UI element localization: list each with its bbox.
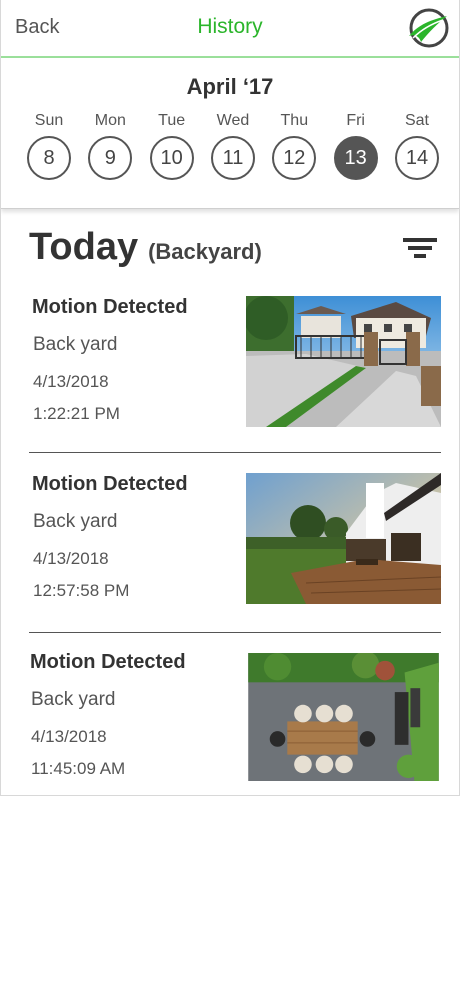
day-name: Mon bbox=[94, 112, 126, 129]
day-9-button[interactable]: 9 bbox=[88, 136, 133, 180]
day-8-button[interactable]: 8 bbox=[27, 136, 71, 180]
day-name: Sat bbox=[404, 112, 429, 129]
event-location: Back yard bbox=[33, 334, 118, 355]
day-12-button[interactable]: 12 bbox=[272, 136, 317, 180]
day-fri: Fri 13 bbox=[330, 112, 382, 180]
day-name: Sun bbox=[34, 112, 64, 129]
event-thumbnail-image[interactable] bbox=[246, 653, 441, 781]
divider bbox=[29, 452, 441, 453]
section-location: (Backyard) bbox=[148, 239, 262, 264]
event-thumbnail-image[interactable] bbox=[246, 473, 441, 604]
event-location: Back yard bbox=[33, 511, 118, 532]
event-item[interactable]: Motion Detected Back yard 4/13/2018 12:5… bbox=[29, 473, 441, 607]
event-date: 4/13/2018 bbox=[31, 727, 107, 746]
filter-icon[interactable] bbox=[403, 236, 437, 262]
day-thu: Thu 12 bbox=[268, 112, 320, 180]
day-sun: Sun 8 bbox=[23, 112, 75, 180]
day-mon: Mon 9 bbox=[84, 112, 136, 180]
month-label: April ‘17 bbox=[186, 74, 274, 99]
day-14-button[interactable]: 14 bbox=[394, 136, 439, 180]
week-days: Sun 8 Mon 9 Tue 10 Wed 11 Thu 12 Fri 13 bbox=[23, 112, 443, 180]
event-title: Motion Detected bbox=[32, 473, 188, 495]
day-13-button-selected[interactable]: 13 bbox=[333, 136, 378, 180]
event-time: 11:45:09 AM bbox=[31, 759, 126, 778]
event-date: 4/13/2018 bbox=[33, 549, 109, 568]
calendar-strip: April ‘17 Sun 8 Mon 9 Tue 10 Wed 11 Thu … bbox=[1, 58, 459, 209]
day-10-button[interactable]: 10 bbox=[149, 136, 194, 180]
top-bar: Back History bbox=[1, 0, 459, 58]
event-time: 1:22:21 PM bbox=[33, 404, 120, 423]
section-header: Today (Backyard) bbox=[29, 226, 262, 269]
event-date: 4/13/2018 bbox=[33, 372, 109, 391]
history-screen: Back History April ‘17 Sun 8 Mon 9 Tue 1… bbox=[0, 0, 460, 796]
divider bbox=[29, 632, 441, 633]
day-name: Tue bbox=[158, 112, 186, 129]
event-item[interactable]: Motion Detected Back yard 4/13/2018 1:22… bbox=[29, 296, 441, 430]
day-tue: Tue 10 bbox=[146, 112, 198, 180]
day-name: Wed bbox=[216, 112, 250, 129]
day-sat: Sat 14 bbox=[391, 112, 443, 180]
day-11-button[interactable]: 11 bbox=[210, 136, 255, 180]
event-title: Motion Detected bbox=[32, 296, 188, 318]
day-wed: Wed 11 bbox=[207, 112, 259, 180]
event-location: Back yard bbox=[31, 689, 116, 710]
event-time: 12:57:58 PM bbox=[33, 581, 130, 600]
event-item[interactable]: Motion Detected Back yard 4/13/2018 11:4… bbox=[29, 651, 441, 785]
section-heading: Today bbox=[29, 226, 139, 268]
event-title: Motion Detected bbox=[30, 651, 186, 673]
event-thumbnail-image[interactable] bbox=[246, 296, 441, 427]
page-title: History bbox=[197, 15, 263, 38]
app-logo-icon bbox=[409, 8, 449, 48]
day-name: Fri bbox=[346, 112, 365, 129]
day-name: Thu bbox=[280, 112, 309, 129]
